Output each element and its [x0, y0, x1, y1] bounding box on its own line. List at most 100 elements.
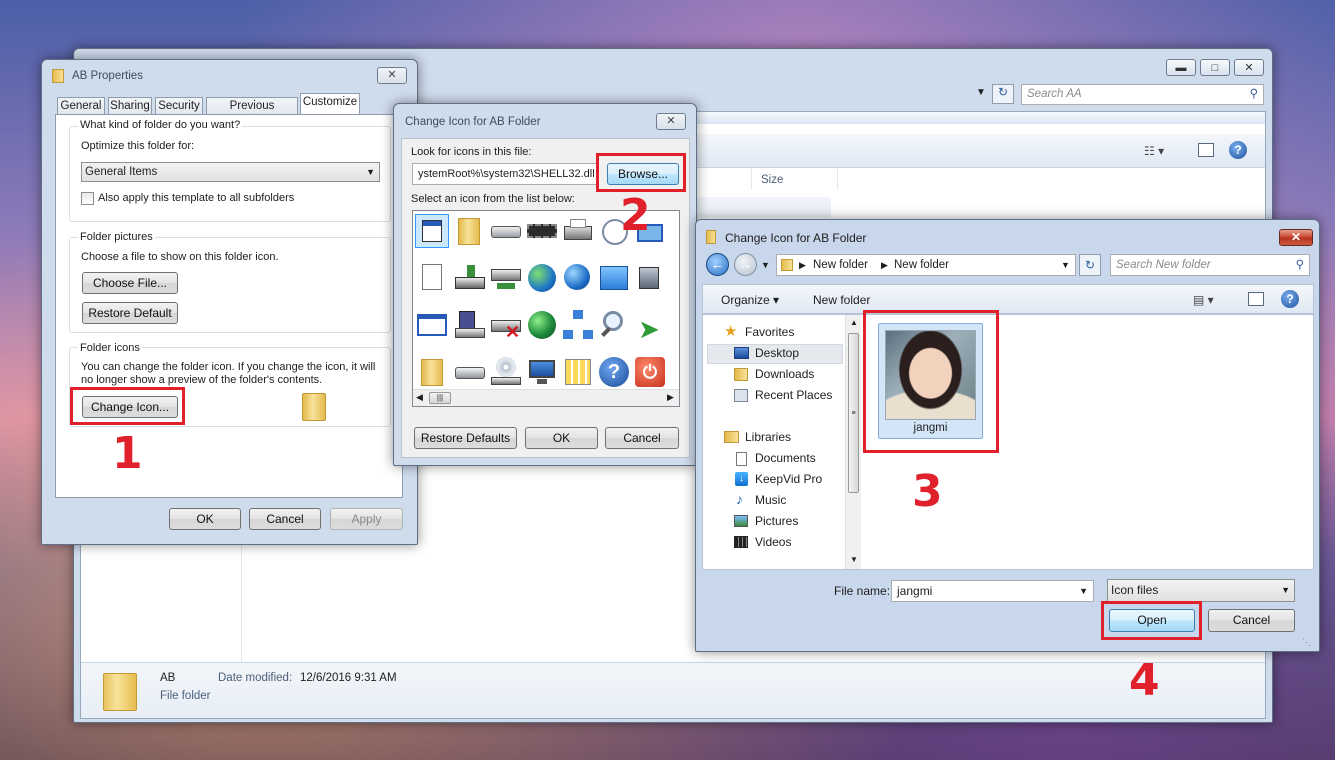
folder-type-title: What kind of folder do you want?: [78, 119, 243, 131]
icon-option-window[interactable]: [415, 308, 449, 342]
tab-customize[interactable]: Customize: [300, 93, 360, 115]
icon-option-control-panel[interactable]: [597, 261, 631, 295]
change-icon-cancel-button[interactable]: Cancel: [605, 427, 679, 449]
refresh-button[interactable]: ↻: [1079, 254, 1101, 276]
icon-option-network-share[interactable]: [489, 261, 523, 295]
change-icon-ok-button[interactable]: OK: [525, 427, 598, 449]
explorer-search-input[interactable]: Search AA ⚲: [1021, 84, 1264, 105]
maximize-button[interactable]: □: [1200, 59, 1230, 76]
help-icon[interactable]: ?: [1281, 290, 1299, 308]
tab-previous-versions[interactable]: Previous Versions: [206, 97, 298, 129]
change-icon-close-button[interactable]: ✕: [656, 113, 686, 130]
breadcrumb-item[interactable]: New folder: [813, 255, 868, 275]
icon-option-printer[interactable]: [561, 214, 595, 248]
column-header-size[interactable]: Size: [761, 174, 783, 186]
restore-defaults-button[interactable]: Restore Defaults: [414, 427, 517, 449]
properties-apply-button[interactable]: Apply: [330, 508, 403, 530]
organize-menu[interactable]: Organize ▾: [721, 293, 779, 307]
icon-option-network-drive[interactable]: [453, 261, 487, 295]
icon-option-search[interactable]: [597, 308, 631, 342]
close-button[interactable]: ✕: [1234, 59, 1264, 76]
properties-close-button[interactable]: ✕: [377, 67, 407, 84]
nav-scrollbar[interactable]: ▲ ≡ ▼: [845, 315, 861, 569]
chevron-down-icon[interactable]: ▼: [1061, 255, 1070, 275]
icon-option-power[interactable]: ⏻: [633, 355, 667, 389]
downloads-icon: [734, 368, 748, 381]
icon-option-disconnected-drive[interactable]: ✕: [489, 308, 523, 342]
tab-general[interactable]: General: [57, 97, 105, 115]
tab-sharing[interactable]: Sharing: [108, 97, 152, 115]
nav-desktop[interactable]: Desktop: [755, 346, 799, 360]
icon-option-green-arrow[interactable]: ➤: [633, 308, 667, 342]
address-dropdown-icon[interactable]: ▼: [976, 87, 986, 98]
chevron-down-icon[interactable]: ▼: [1079, 581, 1088, 601]
view-options-icon[interactable]: ▤ ▾: [1193, 293, 1214, 307]
nav-videos[interactable]: Videos: [755, 535, 791, 549]
icon-option-grid[interactable]: [561, 355, 595, 389]
scroll-down-icon[interactable]: ▼: [850, 555, 858, 564]
icon-option-help[interactable]: ?: [597, 355, 631, 389]
breadcrumb-item[interactable]: New folder: [894, 255, 949, 275]
icon-option-program[interactable]: [633, 261, 667, 295]
open-dialog-cancel-button[interactable]: Cancel: [1208, 609, 1295, 632]
icon-option-hard-disk[interactable]: [453, 355, 487, 389]
chevron-down-icon: ▼: [366, 167, 375, 177]
nav-keepvid-pro[interactable]: KeepVid Pro: [755, 472, 822, 486]
minimize-button[interactable]: ▬: [1166, 59, 1196, 76]
step-1-highlight: [70, 387, 185, 425]
help-icon[interactable]: ?: [1229, 141, 1247, 159]
step-1-label: 1: [112, 428, 143, 479]
preview-pane-icon[interactable]: [1248, 292, 1264, 306]
scrollbar-thumb[interactable]: ≡: [848, 333, 859, 493]
icon-option-folder[interactable]: [453, 214, 487, 248]
select-icon-label: Select an icon from the list below:: [411, 193, 575, 205]
icon-option-chip[interactable]: [525, 214, 559, 248]
step-4-label: 4: [1129, 655, 1160, 706]
open-dialog-close-button[interactable]: ✕: [1279, 229, 1313, 246]
step-4-highlight: [1101, 601, 1202, 640]
scroll-up-icon[interactable]: ▲: [850, 318, 858, 327]
icon-list-scrollbar[interactable]: ◀ ||| ▶: [413, 389, 679, 406]
icon-option-blank-window[interactable]: [415, 214, 449, 248]
resize-grip-icon[interactable]: ⋱: [1302, 637, 1311, 648]
icon-file-path-input[interactable]: ystemRoot%\system32\SHELL32.dll: [412, 163, 598, 185]
back-button[interactable]: ←: [706, 253, 729, 276]
nav-favorites[interactable]: Favorites: [745, 325, 794, 339]
nav-recent-places[interactable]: Recent Places: [755, 388, 832, 402]
scrollbar-thumb[interactable]: |||: [429, 392, 451, 404]
properties-cancel-button[interactable]: Cancel: [249, 508, 321, 530]
recent-locations-icon[interactable]: ▼: [761, 260, 770, 270]
nav-libraries[interactable]: Libraries: [745, 430, 791, 444]
choose-file-button[interactable]: Choose File...: [82, 272, 178, 294]
scroll-right-icon[interactable]: ▶: [667, 392, 674, 403]
breadcrumb[interactable]: ▶ New folder ▶ New folder ▼: [776, 254, 1076, 276]
nav-music[interactable]: Music: [755, 493, 786, 507]
tab-security[interactable]: Security: [155, 97, 203, 115]
nav-pictures[interactable]: Pictures: [755, 514, 798, 528]
icon-option-network-globe[interactable]: [561, 261, 595, 295]
icon-option-globe[interactable]: [525, 261, 559, 295]
icon-option-document[interactable]: [415, 261, 449, 295]
icon-option-folder-open[interactable]: [415, 355, 449, 389]
refresh-button[interactable]: ↻: [992, 84, 1014, 104]
icon-option-drive[interactable]: [489, 214, 523, 248]
file-name-input[interactable]: jangmi ▼: [891, 580, 1094, 602]
nav-downloads[interactable]: Downloads: [755, 367, 814, 381]
icon-option-globe-mouse[interactable]: [525, 308, 559, 342]
open-dialog-search-input[interactable]: Search New folder ⚲: [1110, 254, 1310, 276]
properties-ok-button[interactable]: OK: [169, 508, 241, 530]
apply-subfolders-checkbox[interactable]: [81, 192, 94, 205]
file-type-select[interactable]: Icon files ▼: [1107, 579, 1295, 602]
new-folder-button[interactable]: New folder: [813, 293, 870, 307]
optimize-select[interactable]: General Items ▼: [81, 162, 380, 182]
forward-button[interactable]: →: [734, 253, 757, 276]
preview-pane-icon[interactable]: [1198, 143, 1214, 157]
nav-documents[interactable]: Documents: [755, 451, 816, 465]
icon-option-monitor[interactable]: [525, 355, 559, 389]
icon-option-network[interactable]: [561, 308, 595, 342]
icon-option-cd-drive[interactable]: [489, 355, 523, 389]
view-options-icon[interactable]: ☷ ▾: [1144, 144, 1164, 158]
restore-default-button[interactable]: Restore Default: [82, 302, 178, 324]
icon-option-save-drive[interactable]: [453, 308, 487, 342]
scroll-left-icon[interactable]: ◀: [416, 392, 423, 403]
